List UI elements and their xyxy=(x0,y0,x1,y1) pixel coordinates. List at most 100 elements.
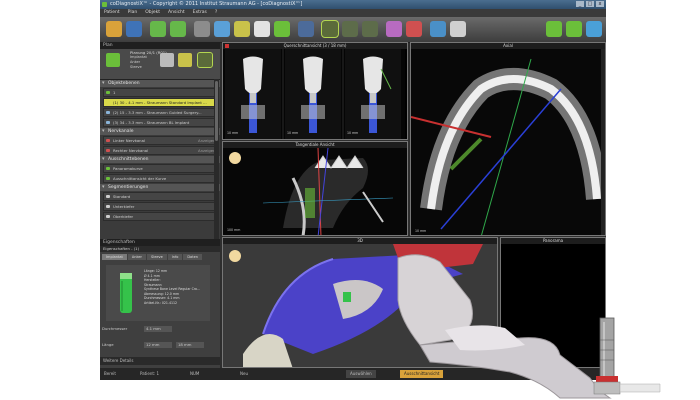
view-2d-icon[interactable] xyxy=(321,20,339,38)
select-button[interactable]: Auswählen xyxy=(346,370,376,378)
menu-patient[interactable]: Patient xyxy=(104,9,120,17)
zoom-icon[interactable] xyxy=(430,21,446,37)
tree-row[interactable]: (2) 15 - 3.3 mm - Straumann Guided Surge… xyxy=(103,108,217,117)
cross-section-view[interactable]: Querschnittansicht (3 / 18 mm) 10 mm 10 … xyxy=(222,42,408,140)
tree-row[interactable]: 1 xyxy=(103,88,217,97)
section-header[interactable]: Ausschnittebenen xyxy=(100,156,220,163)
implant-icon[interactable] xyxy=(194,21,210,37)
tree-row-action[interactable]: Anzeigen xyxy=(198,147,216,154)
section-header[interactable]: Objektebenen xyxy=(100,80,220,87)
menu-view[interactable]: Ansicht xyxy=(168,9,185,17)
tree-row-action[interactable]: Anzeigen xyxy=(198,137,216,144)
crop-view-badge[interactable]: Ausschnittansicht xyxy=(400,370,444,378)
maximize-button[interactable]: □ xyxy=(586,1,594,7)
view-3d-icon[interactable] xyxy=(342,21,358,37)
panel-scrollbar[interactable] xyxy=(214,79,219,239)
object-tree-panel: Plan Planung 20/1 (R01) Implantat Anker … xyxy=(100,42,220,368)
window-controls: _ □ x xyxy=(576,1,604,7)
tree-row[interactable]: Standard xyxy=(103,192,217,201)
window-title: coDiagnostiX™ - Copyright © 2011 Institu… xyxy=(110,1,303,7)
reset-icon[interactable] xyxy=(450,21,466,37)
render-3d-image xyxy=(223,244,497,367)
implant-specs: Länge: 12 mm Ø 4.1 mm Hersteller: Straum… xyxy=(144,269,200,305)
view-split-icon[interactable] xyxy=(362,21,378,37)
tree-row[interactable]: Panoramakurve xyxy=(103,164,217,173)
tooth-icon[interactable] xyxy=(254,21,270,37)
tab-sleeve[interactable]: Sleeve xyxy=(147,254,167,260)
tab-anchor[interactable]: Anker xyxy=(127,254,146,260)
save-icon[interactable] xyxy=(126,21,142,37)
tree-row-label: (3) 34 - 3.3 mm - Straumann BL Implant xyxy=(113,120,190,125)
menu-object[interactable]: Objekt xyxy=(145,9,160,17)
visibility-icon[interactable] xyxy=(106,177,110,180)
tree-row[interactable]: Ausschnittansicht der Kurve xyxy=(103,174,217,183)
sleeve-tool-icon[interactable] xyxy=(178,53,192,67)
properties-panel: Eigenschaften Eigenschaften - (1) Implan… xyxy=(100,239,220,368)
visibility-icon[interactable] xyxy=(106,111,110,114)
next-icon[interactable] xyxy=(566,21,582,37)
section-1: NervkanaleLinker NervkanalAnzeigenRechte… xyxy=(100,128,220,155)
prev-icon[interactable] xyxy=(546,21,562,37)
redo-icon[interactable] xyxy=(170,21,186,37)
axial-scrollbar[interactable] xyxy=(601,49,605,235)
tree-row-label: (1) 30 - 4.1 mm - Straumann Standard Imp… xyxy=(113,100,207,105)
visibility-icon[interactable] xyxy=(106,101,110,104)
tree-row[interactable]: (3) 34 - 3.3 mm - Straumann BL Implant xyxy=(103,118,217,127)
length-row: Länge 12 mm 18 mm xyxy=(102,341,218,349)
length-field-2[interactable]: 18 mm xyxy=(176,342,204,348)
diameter-field[interactable]: 4.1 mm xyxy=(144,326,172,332)
axial-scale: 10 mm xyxy=(415,229,427,233)
visibility-icon[interactable] xyxy=(106,139,110,142)
tree-row[interactable]: (1) 30 - 4.1 mm - Straumann Standard Imp… xyxy=(103,98,217,107)
tangential-view[interactable]: Tangentiale Ansicht 100 mm xyxy=(222,141,408,236)
length-field[interactable]: 12 mm xyxy=(144,342,172,348)
tab-data[interactable]: Daten xyxy=(183,254,202,260)
visibility-icon[interactable] xyxy=(106,215,110,218)
nerve-icon[interactable] xyxy=(406,21,422,37)
plan-sub-list: Implantat Anker Sleeve xyxy=(130,55,147,69)
grid-icon[interactable] xyxy=(298,21,314,37)
status-mode: Neu xyxy=(240,371,248,376)
panorama-view[interactable]: Panorama xyxy=(500,237,606,368)
menu-help[interactable]: ? xyxy=(215,9,217,17)
visibility-icon[interactable] xyxy=(106,205,110,208)
minimize-button[interactable]: _ xyxy=(576,1,584,7)
more-details-header[interactable]: Weitere Details xyxy=(100,357,220,365)
implant-tool-icon[interactable] xyxy=(160,53,174,67)
tree-row[interactable]: Oberkiefer xyxy=(103,212,217,221)
tree-row[interactable]: Linker Nervkanal Anzeigen xyxy=(103,136,217,145)
sleeve-icon[interactable] xyxy=(234,21,250,37)
tab-implant[interactable]: Implantat xyxy=(102,254,127,260)
measure-icon[interactable] xyxy=(274,21,290,37)
help-icon[interactable] xyxy=(586,21,602,37)
anchor-pin-icon[interactable] xyxy=(214,21,230,37)
tree-row[interactable]: Rechter Nervkanal Anzeigen xyxy=(103,146,217,155)
render-3d-view[interactable]: 3D xyxy=(222,237,498,368)
axial-view[interactable]: Axial 10 mm xyxy=(410,42,606,236)
folder-open-icon[interactable] xyxy=(106,21,122,37)
app-logo-icon xyxy=(102,2,107,7)
drill-tool-icon[interactable] xyxy=(197,52,213,68)
tree-row-label: Unterkiefer xyxy=(113,204,135,209)
undo-icon[interactable] xyxy=(150,21,166,37)
scale-label-3: 10 mm xyxy=(347,131,359,135)
close-button[interactable]: x xyxy=(596,1,604,7)
menu-plan[interactable]: Plan xyxy=(128,9,138,17)
segmentation-icon[interactable] xyxy=(386,21,402,37)
tab-info[interactable]: Info xyxy=(167,254,183,260)
view-close-icon[interactable] xyxy=(225,44,229,48)
visibility-icon[interactable] xyxy=(106,121,110,124)
menu-extras[interactable]: Extras xyxy=(193,9,207,17)
visibility-icon[interactable] xyxy=(106,91,110,94)
section-header[interactable]: Nervkanale xyxy=(100,128,220,135)
scale-label-2: 10 mm xyxy=(287,131,299,135)
status-patient: Patient: 1 xyxy=(140,371,160,376)
visibility-icon[interactable] xyxy=(106,149,110,152)
scale-label-1: 10 mm xyxy=(227,131,239,135)
object-sections: Objektebenen 1 (1) 30 - 4.1 mm - Straumann… xyxy=(100,80,220,221)
visibility-icon[interactable] xyxy=(106,167,110,170)
visibility-icon[interactable] xyxy=(106,195,110,198)
add-object-icon[interactable] xyxy=(106,53,120,67)
section-header[interactable]: Segmentierungen xyxy=(100,184,220,191)
tree-row[interactable]: Unterkiefer xyxy=(103,202,217,211)
